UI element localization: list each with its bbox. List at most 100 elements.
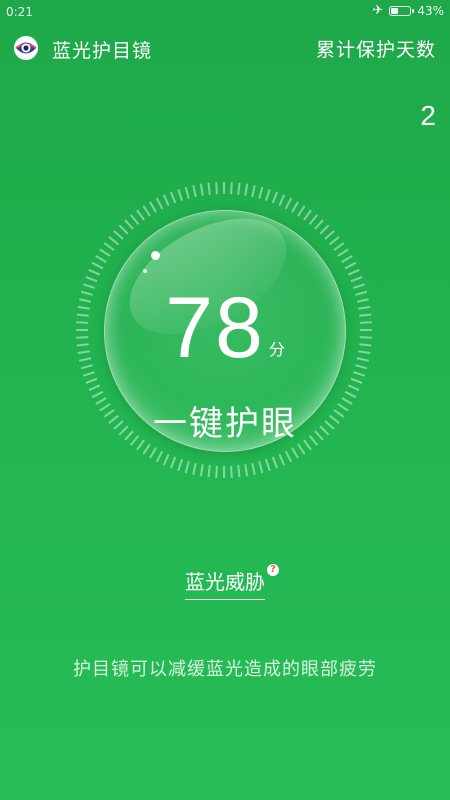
gauge-tick bbox=[91, 390, 104, 399]
gauge-tick bbox=[251, 462, 256, 475]
score-gauge: 78 分 一键护眼 bbox=[74, 180, 374, 480]
gauge-tick bbox=[207, 465, 211, 478]
gauge-tick bbox=[162, 453, 170, 466]
status-time: 0:21 bbox=[6, 5, 33, 19]
gauge-tick bbox=[170, 191, 177, 204]
gauge-tick bbox=[215, 465, 218, 478]
gauge-tick bbox=[258, 461, 264, 474]
gauge-tick bbox=[324, 230, 335, 240]
gauge-tick bbox=[291, 447, 299, 459]
gauge-tick bbox=[237, 182, 241, 195]
gauge-tick bbox=[88, 268, 101, 276]
bubble-dot bbox=[143, 269, 147, 273]
one-key-eye-protect-label: 一键护眼 bbox=[153, 404, 297, 444]
gauge-tick bbox=[244, 183, 249, 196]
gauge-tick bbox=[170, 456, 177, 469]
gauge-tick bbox=[347, 268, 360, 276]
gauge-tick bbox=[230, 182, 233, 195]
gauge-tick bbox=[215, 182, 218, 195]
status-indicators: ✈ 43% bbox=[372, 3, 444, 19]
gauge-tick bbox=[192, 462, 197, 475]
gauge-tick bbox=[142, 443, 151, 455]
gauge-tick bbox=[136, 209, 145, 221]
score-unit: 分 bbox=[268, 342, 285, 359]
help-icon[interactable]: ? bbox=[267, 564, 279, 576]
gauge-tick bbox=[244, 464, 249, 477]
gauge-tick bbox=[237, 465, 241, 478]
gauge-tick bbox=[113, 230, 124, 240]
one-key-eye-protect-button[interactable]: 78 分 一键护眼 bbox=[104, 194, 346, 452]
gauge-tick bbox=[79, 357, 92, 362]
battery-percent: 43% bbox=[417, 4, 444, 18]
gauge-tick bbox=[271, 456, 278, 469]
gauge-tick bbox=[82, 283, 95, 289]
gauge-tick bbox=[319, 224, 330, 235]
status-bar: 0:21 ✈ 43% bbox=[0, 0, 450, 24]
gauge-tick bbox=[88, 384, 101, 392]
blue-light-threat-label: 蓝光威胁 bbox=[185, 570, 265, 594]
eye-icon bbox=[14, 36, 38, 60]
protection-days-value: 2 bbox=[420, 100, 436, 131]
gauge-tick bbox=[80, 364, 93, 370]
app-title: 蓝光护目镜 bbox=[52, 40, 153, 62]
score-display: 78 分 bbox=[105, 283, 345, 373]
gauge-tick bbox=[80, 290, 93, 296]
gauge-tick bbox=[76, 336, 89, 339]
footer-tip: 护目镜可以减缓蓝光造成的眼部疲劳 bbox=[73, 659, 377, 680]
gauge-tick bbox=[142, 205, 151, 217]
airplane-icon: ✈ bbox=[372, 3, 384, 18]
gauge-tick bbox=[251, 185, 256, 198]
gauge-tick bbox=[356, 357, 369, 362]
gauge-tick bbox=[359, 321, 372, 324]
gauge-tick bbox=[265, 459, 271, 472]
gauge-tick bbox=[347, 384, 360, 392]
gauge-tick bbox=[297, 205, 306, 217]
gauge-tick bbox=[79, 298, 92, 303]
gauge-tick bbox=[230, 465, 233, 478]
gauge-tick bbox=[308, 214, 318, 225]
gauge-tick bbox=[284, 450, 293, 463]
gauge-tick bbox=[297, 443, 306, 455]
gauge-tick bbox=[155, 450, 164, 463]
score-value: 78 bbox=[165, 280, 265, 376]
gauge-tick bbox=[359, 343, 372, 347]
gauge-tick bbox=[149, 447, 157, 459]
gauge-tick bbox=[344, 390, 357, 399]
gauge-tick bbox=[353, 283, 366, 289]
battery-level bbox=[391, 8, 399, 14]
gauge-tick bbox=[329, 236, 340, 246]
gauge-tick bbox=[291, 201, 299, 213]
gauge-tick bbox=[258, 186, 264, 199]
gauge-tick bbox=[184, 461, 190, 474]
gauge-tick bbox=[118, 224, 129, 235]
gauge-tick bbox=[124, 219, 134, 230]
gauge-tick bbox=[358, 350, 371, 355]
gauge-tick bbox=[130, 214, 140, 225]
gauge-tick bbox=[350, 276, 363, 283]
gauge-tick bbox=[91, 261, 104, 270]
gauge-tick bbox=[76, 343, 89, 347]
app-header: 蓝光护目镜 累计保护天数 2 bbox=[0, 30, 450, 131]
gauge-tick bbox=[278, 453, 286, 466]
gauge-tick bbox=[341, 255, 353, 263]
protection-days-label: 累计保护天数 bbox=[315, 39, 436, 61]
gauge-tick bbox=[359, 336, 372, 339]
gauge-tick bbox=[95, 255, 107, 263]
gauge-tick bbox=[77, 350, 90, 355]
gauge-tick bbox=[207, 182, 211, 195]
gauge-tick bbox=[82, 371, 95, 377]
gauge-tick bbox=[333, 242, 345, 251]
blue-light-threat-link[interactable]: 蓝光威胁 ? bbox=[185, 564, 279, 600]
gauge-tick bbox=[265, 188, 271, 201]
gauge-tick bbox=[177, 459, 183, 472]
gauge-tick bbox=[350, 377, 363, 384]
gauge-tick bbox=[77, 305, 90, 310]
gauge-tick bbox=[271, 191, 278, 204]
gauge-tick bbox=[355, 364, 368, 370]
gauge-tick bbox=[356, 298, 369, 303]
gauge-tick bbox=[162, 194, 170, 207]
gauge-tick bbox=[353, 371, 366, 377]
gauge-tick bbox=[76, 321, 89, 324]
gauge-tick bbox=[303, 209, 312, 221]
blue-light-threat: 蓝光威胁 ? bbox=[0, 564, 450, 600]
